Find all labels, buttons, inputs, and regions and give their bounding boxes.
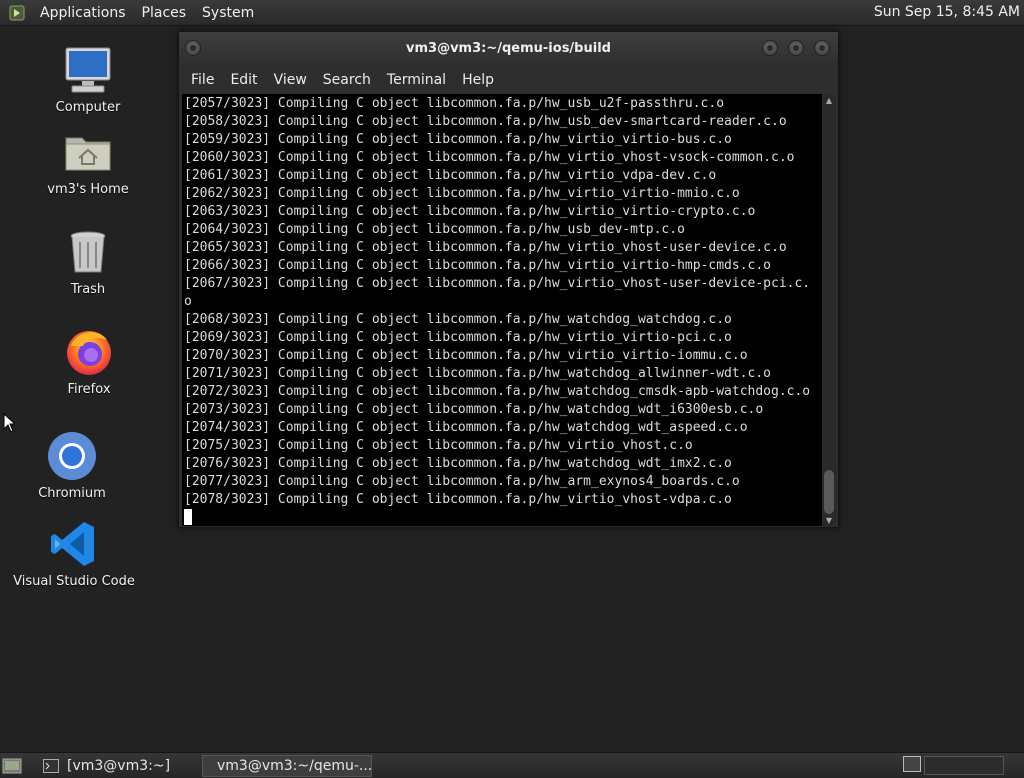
workspace-2-button[interactable]	[924, 756, 1004, 775]
workspace-switcher[interactable]	[924, 756, 1004, 775]
menu-terminal[interactable]: Terminal	[379, 72, 454, 88]
top-panel: Applications Places System Sun Sep 15, 8…	[0, 0, 1024, 26]
terminal-line: [2068/3023] Compiling C object libcommon…	[184, 312, 732, 327]
terminal-prompt-line	[184, 509, 825, 526]
terminal-line: [2058/3023] Compiling C object libcommon…	[184, 114, 787, 129]
desktop-icon-chromium[interactable]: Chromium	[12, 430, 132, 501]
window-titlebar[interactable]: vm3@vm3:~/qemu-ios/build	[179, 32, 838, 65]
scroll-down-icon[interactable]: ▼	[822, 514, 836, 526]
terminal-window: vm3@vm3:~/qemu-ios/build File Edit View …	[178, 31, 839, 528]
desktop-icon-vscode[interactable]: Visual Studio Code	[13, 518, 135, 589]
terminal-menubar: File Edit View Search Terminal Help	[179, 65, 838, 94]
terminal-line: [2077/3023] Compiling C object libcommon…	[184, 474, 740, 489]
taskbar-item-build-terminal[interactable]: vm3@vm3:~/qemu-...	[202, 754, 373, 777]
show-desktop-icon[interactable]	[2, 757, 24, 775]
taskbar-item-label: [vm3@vm3:~]	[67, 757, 171, 774]
maximize-button[interactable]	[788, 40, 804, 56]
scrollbar-thumb[interactable]	[824, 470, 834, 514]
terminal-lines: [2057/3023] Compiling C object libcommon…	[182, 94, 825, 526]
terminal-line: [2064/3023] Compiling C object libcommon…	[184, 222, 685, 237]
menu-help[interactable]: Help	[454, 72, 502, 88]
terminal-line: [2070/3023] Compiling C object libcommon…	[184, 348, 748, 363]
desktop-icon-label: Firefox	[67, 382, 111, 397]
panel-clock[interactable]: Sun Sep 15, 8:45 AM	[874, 4, 1020, 20]
desktop-icon-label: Chromium	[38, 486, 106, 501]
terminal-output[interactable]: [2057/3023] Compiling C object libcommon…	[182, 94, 825, 526]
home-folder-icon	[62, 126, 114, 178]
taskbar-item-label: vm3@vm3:~/qemu-...	[217, 757, 373, 774]
terminal-line: [2062/3023] Compiling C object libcommon…	[184, 186, 740, 201]
scroll-up-icon[interactable]: ▲	[822, 94, 836, 106]
applications-logo-icon[interactable]	[8, 4, 26, 22]
chromium-icon	[46, 430, 98, 482]
terminal-line: [2059/3023] Compiling C object libcommon…	[184, 132, 732, 147]
terminal-line: [2067/3023] Compiling C object libcommon…	[184, 276, 811, 291]
minimize-button[interactable]	[762, 40, 778, 56]
terminal-line: [2061/3023] Compiling C object libcommon…	[184, 168, 717, 183]
terminal-line: [2078/3023] Compiling C object libcommon…	[184, 492, 732, 507]
terminal-line: [2065/3023] Compiling C object libcommon…	[184, 240, 787, 255]
close-button[interactable]	[814, 40, 830, 56]
bottom-panel: [vm3@vm3:~] vm3@vm3:~/qemu-...	[0, 752, 1024, 778]
menu-applications[interactable]: Applications	[32, 5, 134, 21]
workspace-1-button[interactable]	[903, 756, 921, 772]
terminal-line: [2073/3023] Compiling C object libcommon…	[184, 402, 764, 417]
menu-edit[interactable]: Edit	[222, 72, 265, 88]
window-title: vm3@vm3:~/qemu-ios/build	[406, 41, 611, 56]
terminal-line: [2066/3023] Compiling C object libcommon…	[184, 258, 771, 273]
window-menu-button[interactable]	[185, 40, 201, 56]
menu-view[interactable]: View	[266, 72, 315, 88]
menu-file[interactable]: File	[183, 72, 222, 88]
terminal-line: [2074/3023] Compiling C object libcommon…	[184, 420, 748, 435]
vscode-icon	[48, 518, 100, 570]
menu-places[interactable]: Places	[134, 5, 195, 21]
menu-system[interactable]: System	[194, 5, 262, 21]
desktop-icon-computer[interactable]: Computer	[28, 44, 148, 115]
terminal-scrollbar[interactable]: ▲ ▼	[822, 94, 836, 526]
terminal-line: [2057/3023] Compiling C object libcommon…	[184, 96, 725, 111]
computer-icon	[62, 44, 114, 96]
terminal-line: [2063/3023] Compiling C object libcommon…	[184, 204, 756, 219]
desktop-icon-label: Visual Studio Code	[13, 574, 135, 589]
terminal-line: [2060/3023] Compiling C object libcommon…	[184, 150, 795, 165]
terminal-line: [2071/3023] Compiling C object libcommon…	[184, 366, 771, 381]
desktop-icon-label: Computer	[55, 100, 121, 115]
trash-icon	[62, 226, 114, 278]
desktop-icon-trash[interactable]: Trash	[28, 226, 148, 297]
desktop-icon-firefox[interactable]: Firefox	[29, 326, 149, 397]
terminal-line: [2075/3023] Compiling C object libcommon…	[184, 438, 693, 453]
menu-search[interactable]: Search	[315, 72, 379, 88]
desktop-icon-label: Trash	[70, 282, 106, 297]
desktop-icon-home[interactable]: vm3's Home	[28, 126, 148, 197]
firefox-icon	[63, 326, 115, 378]
terminal-line: [2076/3023] Compiling C object libcommon…	[184, 456, 732, 471]
terminal-cursor	[184, 509, 192, 525]
taskbar-item-home-terminal[interactable]: [vm3@vm3:~]	[36, 755, 196, 777]
terminal-icon	[43, 758, 59, 773]
desktop-icon-label: vm3's Home	[47, 182, 129, 197]
terminal-line: [2069/3023] Compiling C object libcommon…	[184, 330, 732, 345]
terminal-line: o	[184, 294, 192, 309]
terminal-line: [2072/3023] Compiling C object libcommon…	[184, 384, 811, 399]
mouse-pointer-icon	[3, 413, 15, 433]
